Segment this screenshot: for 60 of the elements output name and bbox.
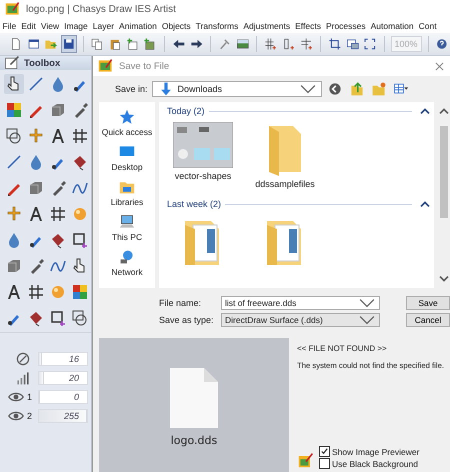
spin-field[interactable]: 0 [38,390,88,404]
menu-item[interactable]: File [0,20,19,30]
file-name-field[interactable]: list of freeware.dds [221,296,380,310]
toolbox-icon [3,54,21,72]
menu-item[interactable]: Layer [90,20,117,30]
status-text: << FILE NOT FOUND >> [297,344,388,353]
menu-item[interactable]: Edit [18,20,38,30]
spin-field[interactable]: 16 [38,352,88,366]
grid-icon[interactable] [48,204,68,224]
channel-label: 1 [26,392,32,402]
menu-item[interactable]: Image [62,20,90,30]
palette-icon[interactable] [70,282,90,302]
save-icon[interactable] [60,35,77,53]
close-icon[interactable] [435,62,444,70]
field-label: Save in: [115,84,148,94]
file-name[interactable]: ddssamplefiles [255,179,315,189]
window-title: logo.png | Chasys Draw IES Artist [26,4,176,14]
field-label: Save as type: [159,314,215,324]
preview-file-name: logo.dds [170,434,218,447]
place-item[interactable]: Quick access [102,108,152,137]
checkbox-option[interactable]: Show Image Previewer [319,446,420,457]
field-label: File name: [159,298,202,308]
menu-item[interactable]: Effects [292,20,324,30]
checkbox[interactable] [319,446,330,457]
checkbox-option[interactable]: Use Black Background [319,458,420,469]
new-folder-icon[interactable] [370,80,388,98]
menu-item[interactable]: Processes [323,20,368,30]
document-icon [170,368,218,428]
save-button[interactable]: Save [406,296,450,310]
checkbox[interactable] [319,458,330,469]
image-thumbnail [173,122,233,168]
star-icon [118,108,136,126]
palette-icon[interactable] [4,100,24,120]
place-item[interactable]: Desktop [111,143,143,172]
group-header[interactable]: Today (2) [167,106,205,116]
grid-icon[interactable] [70,126,90,146]
menu-item[interactable]: Transforms [193,20,241,30]
place-item[interactable]: This PC [112,213,142,242]
file-type-dropdown[interactable]: DirectDraw Surface (.dds) [221,312,380,326]
menu-item[interactable]: Objects [159,20,194,30]
place-item[interactable]: Network [111,248,143,277]
picture-edit-icon [297,451,315,469]
menu-item[interactable]: View [38,20,62,30]
save-in-dropdown[interactable]: Downloads [152,81,322,97]
spin-field[interactable]: 255 [38,408,88,422]
menu-item[interactable]: Animation [116,20,160,30]
pointer-icon[interactable] [4,74,24,94]
file-name[interactable]: vector-shapes [174,171,232,181]
grid-icon[interactable] [26,282,46,302]
menu-item[interactable]: Adjustments [240,20,293,30]
dialog-title: Save to File [119,60,170,72]
menu-item[interactable]: Cont [416,20,440,30]
menu-item[interactable]: Automation [368,20,416,30]
channel-label: 2 [26,410,32,420]
spin-field[interactable]: 20 [38,370,88,384]
group-header[interactable]: Last week (2) [167,199,222,209]
place-item[interactable]: Libraries [110,178,144,207]
cancel-button[interactable]: Cancel [406,312,450,326]
scroll-thumb[interactable] [440,126,448,218]
panel-title: Toolbox [24,58,60,68]
